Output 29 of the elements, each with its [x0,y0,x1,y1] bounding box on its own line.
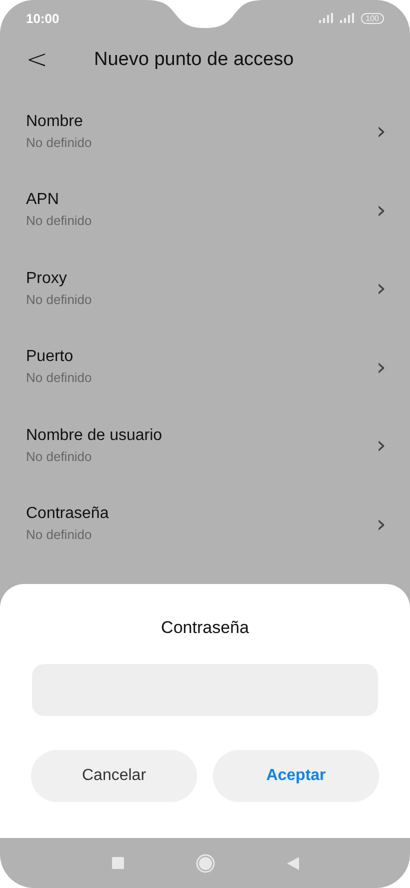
page-title: Nuevo punto de acceso [94,49,294,71]
setting-title[interactable]: Proxy [26,270,92,288]
chevron-icon: › [376,352,386,381]
setting-value: No definido [26,134,92,150]
chevron-icon: › [376,196,386,224]
setting-title[interactable]: Puerto [26,348,92,366]
status-time: 10:00 [26,10,60,26]
setting-value: No definido [26,448,93,464]
setting-value: No definido [26,370,92,386]
setting-value: No definido [26,527,93,542]
setting-value: No definido [26,213,92,228]
battery-level: 100 [360,12,384,24]
back-icon[interactable] [286,856,298,870]
setting-title[interactable]: Contraseña [26,505,109,524]
setting-title[interactable]: APN [26,191,92,210]
back-button[interactable]: < [20,45,50,75]
setting-title[interactable]: Nombre de usuario [26,426,162,445]
signal-icon [340,13,356,23]
chevron-icon: › [376,510,386,538]
chevron-icon: › [376,274,386,302]
home-icon[interactable] [196,854,214,872]
chevron-icon: › [376,117,386,146]
setting-value: No definido [26,292,92,307]
dialog-button[interactable]: Cancelar [31,750,197,802]
chevron-icon: › [376,431,386,460]
signal-icon [318,13,335,23]
recents-icon[interactable] [112,857,124,869]
setting-title[interactable]: Nombre [26,112,92,131]
dialog-title: Contraseña [161,618,249,638]
